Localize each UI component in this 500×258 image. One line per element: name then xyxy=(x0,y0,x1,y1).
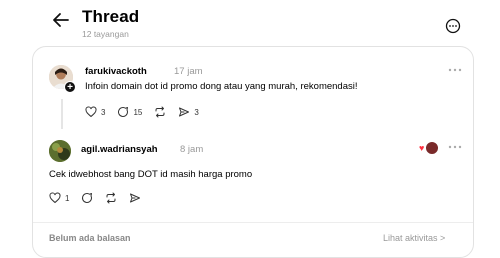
divider xyxy=(33,222,473,223)
comment-button[interactable]: 15 xyxy=(117,106,142,118)
send-icon xyxy=(179,107,190,117)
repost-button[interactable] xyxy=(154,106,166,118)
repost-icon xyxy=(106,192,116,204)
heart-icon xyxy=(49,192,61,204)
heart-icon: ♥ xyxy=(419,143,425,153)
post-actions: 3 15 3 xyxy=(85,106,211,118)
reply-like-button[interactable]: 1 xyxy=(49,192,69,204)
follow-badge[interactable]: + xyxy=(64,81,76,93)
author-mini-avatar xyxy=(425,141,439,155)
top-bar: Thread 12 tayangan xyxy=(0,0,500,44)
comment-icon xyxy=(82,193,93,203)
heart-icon xyxy=(85,106,97,118)
reply-comment-button[interactable] xyxy=(81,192,93,204)
reply-more-icon[interactable] xyxy=(448,145,462,149)
view-activity-link[interactable]: Lihat aktivitas > xyxy=(383,233,445,243)
post-more-icon[interactable] xyxy=(448,68,462,72)
post-time: 17 jam xyxy=(174,66,203,77)
share-button[interactable]: 3 xyxy=(178,106,199,118)
view-count: 12 tayangan xyxy=(82,29,129,39)
thread-connector-line xyxy=(61,99,63,129)
send-icon xyxy=(130,193,141,203)
no-replies-label: Belum ada balasan xyxy=(49,233,131,243)
reply-username[interactable]: agil.wadriansyah xyxy=(81,144,158,155)
page-title: Thread xyxy=(82,7,140,26)
reply-like-count: 1 xyxy=(65,193,70,203)
repost-icon xyxy=(155,106,165,118)
reply-share-button[interactable] xyxy=(129,192,141,204)
comment-count: 15 xyxy=(133,107,143,117)
reply-author-avatar[interactable] xyxy=(49,140,71,162)
reply-actions: 1 xyxy=(49,192,153,204)
back-arrow-icon[interactable] xyxy=(50,9,72,31)
comment-icon xyxy=(118,107,129,117)
post-username[interactable]: farukivackoth xyxy=(85,66,147,77)
share-count: 3 xyxy=(194,107,199,117)
post-text: Infoin domain dot id promo dong atau yan… xyxy=(85,81,358,92)
reply-repost-button[interactable] xyxy=(105,192,117,204)
more-options-icon[interactable] xyxy=(445,18,461,34)
like-count: 3 xyxy=(101,107,106,117)
reply-time: 8 jam xyxy=(180,144,204,155)
author-liked-indicator: ♥ xyxy=(419,140,443,156)
thread-card: + farukivackoth 17 jam Infoin domain dot… xyxy=(32,46,474,258)
reply-text: Cek idwebhost bang DOT id masih harga pr… xyxy=(49,169,253,180)
like-button[interactable]: 3 xyxy=(85,106,105,118)
